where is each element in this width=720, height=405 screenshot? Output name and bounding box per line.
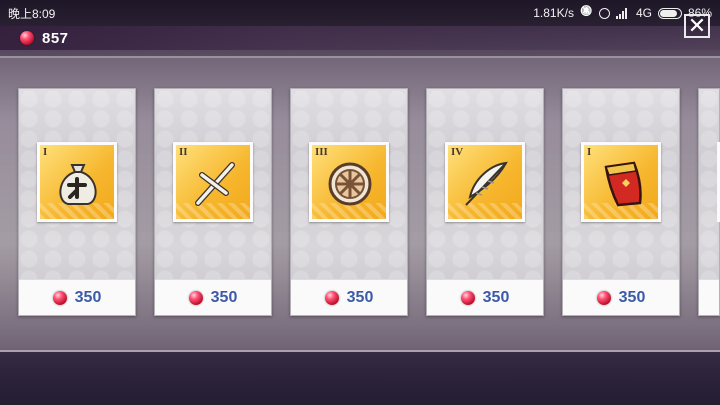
price-bar: 350 <box>291 279 407 315</box>
wheel-icon <box>328 162 372 206</box>
item-frame: I <box>37 142 117 222</box>
shop-item-card[interactable]: I 350 <box>562 88 680 316</box>
cross-icon <box>195 162 235 206</box>
red-gem-icon <box>188 290 203 305</box>
item-price: 350 <box>618 288 646 306</box>
status-bar: 晚上8:09 1.81K/s 4G 86% <box>0 0 720 26</box>
shop-item-card-partial[interactable] <box>698 88 720 316</box>
item-tier: II <box>179 146 188 158</box>
network-speed: 1.81K/s <box>533 6 574 20</box>
price-bar: 350 <box>19 279 135 315</box>
item-tier: IV <box>451 146 464 158</box>
money-bag-icon <box>59 164 97 205</box>
battery-icon <box>657 7 682 19</box>
item-price: 350 <box>74 288 102 306</box>
currency-amount: 857 <box>42 29 69 47</box>
bottom-area <box>0 352 720 405</box>
price-bar: 350 <box>563 279 679 315</box>
item-price: 350 <box>482 288 510 306</box>
shop-item-card[interactable]: I 350 <box>18 88 136 316</box>
status-time: 晚上8:09 <box>8 6 56 21</box>
shop-item-card[interactable]: III 350 <box>290 88 408 316</box>
item-price: 350 <box>346 288 374 306</box>
currency-bar: 857 <box>0 26 720 50</box>
close-button[interactable]: ✕ <box>684 14 710 38</box>
red-cape-icon <box>604 161 642 207</box>
item-frame: III <box>309 142 389 222</box>
item-tier: I <box>587 146 592 158</box>
item-frame: II <box>173 142 253 222</box>
network-type: 4G <box>635 6 652 20</box>
mute-icon <box>580 7 593 19</box>
item-tier: I <box>43 146 48 158</box>
price-bar: 350 <box>155 279 271 315</box>
red-gem-icon <box>20 31 34 45</box>
red-gem-icon <box>460 290 475 305</box>
price-bar <box>699 279 719 315</box>
shop-item-card[interactable]: II 350 <box>154 88 272 316</box>
red-gem-icon <box>596 290 611 305</box>
signal-icon <box>615 7 630 19</box>
item-price: 350 <box>210 288 238 306</box>
item-frame: IV <box>445 142 525 222</box>
feather-icon <box>465 161 508 206</box>
price-bar: 350 <box>427 279 543 315</box>
alarm-icon <box>598 7 610 19</box>
red-gem-icon <box>52 290 67 305</box>
close-x-icon: ✕ <box>687 13 707 38</box>
red-gem-icon <box>324 290 339 305</box>
item-tier: III <box>315 146 328 158</box>
item-frame: I <box>581 142 661 222</box>
shop-item-card[interactable]: IV 350 <box>426 88 544 316</box>
